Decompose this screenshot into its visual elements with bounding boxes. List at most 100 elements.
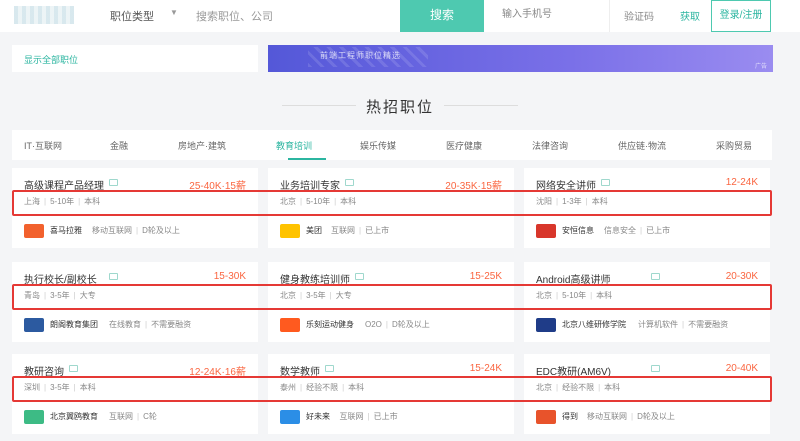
company-tags: 移动互联网 | D轮及以上	[92, 225, 180, 236]
highlight-box-row-3	[12, 376, 772, 402]
tab-supply-chain[interactable]: 供应链·物流	[618, 139, 666, 152]
get-code-button[interactable]: 获取	[680, 8, 700, 23]
company-tags: O2O | D轮及以上	[365, 319, 430, 330]
company-industry: 互联网	[109, 412, 133, 421]
category-tabs: IT·互联网 金融 房地产·建筑 教育培训 娱乐传媒 医疗健康 法律咨询 供应链…	[12, 130, 772, 160]
chat-icon[interactable]	[325, 365, 334, 372]
company-tags: 计算机软件 | 不需要融资	[638, 319, 728, 330]
job-salary: 15-30K	[213, 271, 246, 282]
tab-legal[interactable]: 法律咨询	[532, 139, 568, 152]
job-salary: 20-40K	[725, 363, 758, 374]
separator: |	[385, 320, 388, 329]
job-salary: 15-24K	[469, 363, 502, 374]
tab-healthcare[interactable]: 医疗健康	[446, 139, 482, 152]
company-industry: 互联网	[339, 412, 364, 421]
job-salary: 15-25K	[469, 271, 502, 282]
company-tags: 互联网 | C轮	[109, 411, 157, 422]
company-logo[interactable]	[24, 224, 44, 238]
banner-text: 前端工程师职位精选	[320, 51, 401, 60]
highlight-box-row-2	[12, 284, 772, 310]
company-tags: 互联网 | 已上市	[340, 411, 398, 422]
separator: |	[145, 320, 148, 329]
separator: |	[136, 226, 139, 235]
company-name[interactable]: 北京翼鸥教育	[50, 411, 98, 422]
hot-jobs-header: 热招职位	[0, 96, 800, 117]
job-salary: 20-30K	[725, 271, 758, 282]
active-tab-indicator	[288, 158, 326, 160]
company-stage: D轮及以上	[391, 320, 430, 329]
company-name[interactable]: 乐刻运动健身	[306, 319, 354, 330]
company-name[interactable]: 北京八维研修学院	[562, 319, 626, 330]
highlight-box-row-1	[12, 190, 772, 216]
tab-procurement[interactable]: 采购贸易	[716, 139, 752, 152]
caret-down-icon[interactable]: ▼	[170, 8, 178, 17]
company-stage: C轮	[143, 412, 157, 421]
verification-code-input[interactable]: 验证码	[624, 8, 654, 23]
company-industry: O2O	[365, 320, 382, 329]
company-tags: 在线教育 | 不需要融资	[109, 319, 191, 330]
company-stage: D轮及以上	[142, 226, 180, 235]
company-tags: 信息安全 | 已上市	[604, 225, 670, 236]
job-type-select[interactable]: 职位类型	[110, 8, 154, 24]
chat-icon[interactable]	[345, 179, 354, 186]
title-divider-right	[444, 105, 518, 106]
company-logo[interactable]	[24, 410, 44, 424]
chat-icon[interactable]	[109, 179, 118, 186]
company-stage: 已上市	[646, 226, 671, 235]
tab-entertainment[interactable]: 娱乐传媒	[360, 139, 396, 152]
chat-icon[interactable]	[651, 273, 660, 280]
separator: |	[631, 412, 634, 421]
chat-icon[interactable]	[69, 365, 78, 372]
company-tags: 移动互联网 | D轮及以上	[587, 411, 675, 422]
separator: |	[367, 412, 370, 421]
company-logo[interactable]	[536, 224, 556, 238]
chat-icon[interactable]	[601, 179, 610, 186]
company-stage: 不需要融资	[151, 320, 192, 329]
company-name[interactable]: 得到	[562, 411, 578, 422]
tab-finance[interactable]: 金融	[110, 139, 128, 152]
company-stage: 不需要融资	[688, 320, 729, 329]
tab-education[interactable]: 教育培训	[276, 139, 312, 152]
ad-tag: 广告	[754, 64, 767, 70]
company-name[interactable]: 安恒信息	[562, 225, 594, 236]
company-industry: 移动互联网	[92, 226, 132, 235]
search-input[interactable]: 搜索职位、公司	[196, 8, 273, 24]
company-stage: 已上市	[365, 226, 390, 235]
job-salary: 12-24K	[725, 177, 758, 188]
chat-icon[interactable]	[651, 365, 660, 372]
separator: |	[682, 320, 685, 329]
company-logo[interactable]	[536, 410, 556, 424]
company-logo[interactable]	[536, 318, 556, 332]
company-logo[interactable]	[24, 318, 44, 332]
company-industry: 信息安全	[604, 226, 636, 235]
company-name[interactable]: 朗阁教育集团	[50, 319, 98, 330]
search-button[interactable]: 搜索	[400, 0, 484, 32]
company-tags: 互联网 | 已上市	[331, 225, 389, 236]
company-stage: 已上市	[373, 412, 398, 421]
company-name[interactable]: 美团	[306, 225, 322, 236]
company-industry: 移动互联网	[587, 412, 627, 421]
company-name[interactable]: 喜马拉雅	[50, 225, 82, 236]
login-register-button[interactable]: 登录/注册	[711, 0, 771, 32]
left-category-panel: 显示全部职位	[12, 45, 258, 72]
company-industry: 在线教育	[109, 320, 141, 329]
chat-icon[interactable]	[109, 273, 118, 280]
show-all-jobs-link[interactable]: 显示全部职位	[24, 53, 78, 66]
chat-icon[interactable]	[355, 273, 364, 280]
company-stage: D轮及以上	[637, 412, 675, 421]
tab-real-estate[interactable]: 房地产·建筑	[178, 139, 226, 152]
phone-input[interactable]: 输入手机号	[494, 0, 610, 32]
site-logo[interactable]	[14, 6, 74, 24]
promo-banner[interactable]: 前端工程师职位精选 广告	[268, 45, 773, 72]
company-industry: 计算机软件	[638, 320, 678, 329]
separator: |	[640, 226, 643, 235]
company-name[interactable]: 好未来	[306, 411, 330, 422]
company-logo[interactable]	[280, 410, 300, 424]
tab-it-internet[interactable]: IT·互联网	[24, 139, 62, 152]
section-title: 热招职位	[365, 99, 434, 116]
company-industry: 互联网	[331, 226, 355, 235]
top-search-bar: 职位类型 ▼ 搜索职位、公司 搜索 输入手机号 验证码 获取 登录/注册	[0, 0, 800, 32]
separator: |	[137, 412, 140, 421]
company-logo[interactable]	[280, 224, 300, 238]
company-logo[interactable]	[280, 318, 300, 332]
